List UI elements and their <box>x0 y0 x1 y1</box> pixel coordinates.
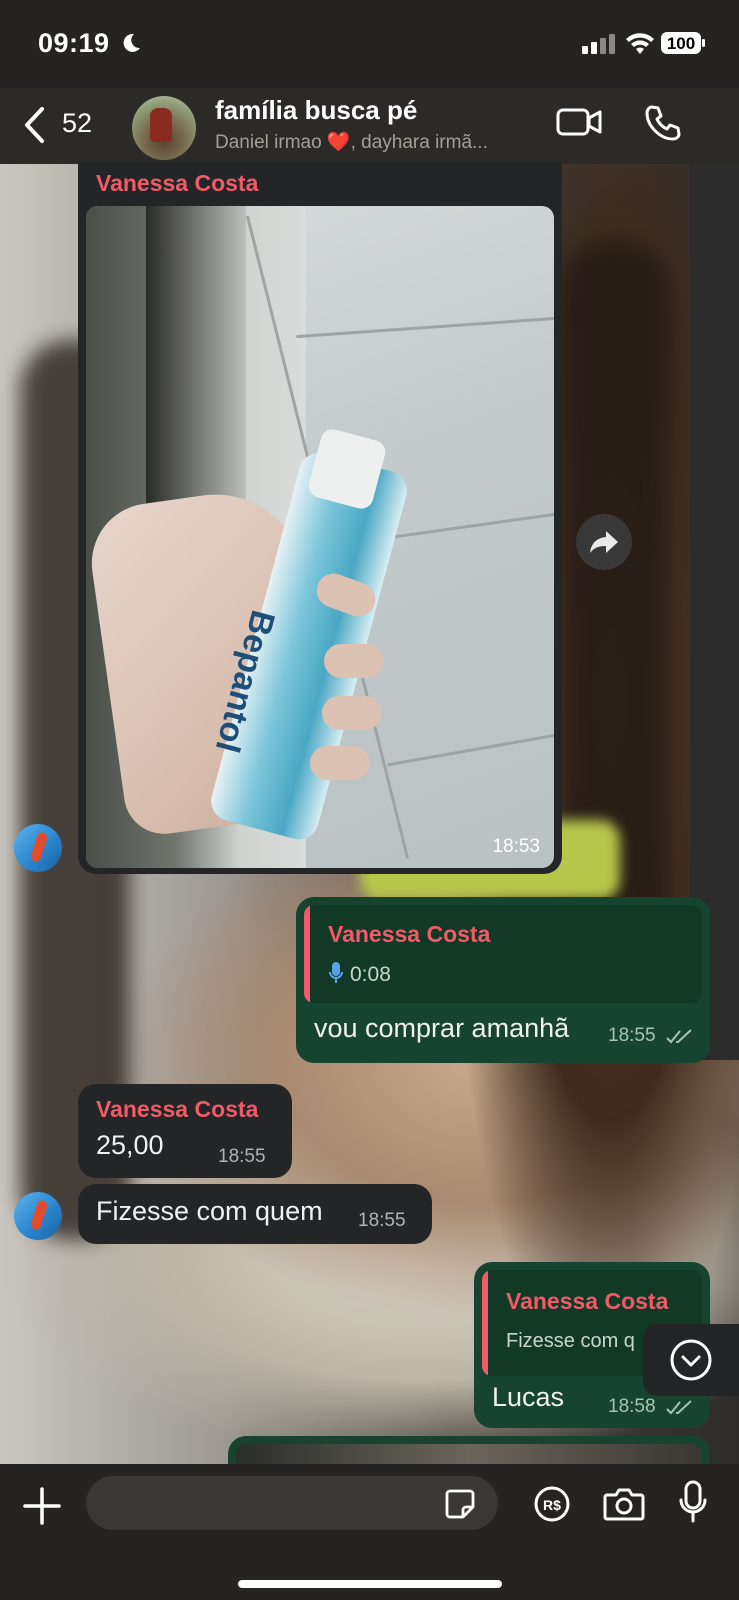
video-call-icon[interactable] <box>556 106 602 138</box>
chat-header: 52 família busca pé Daniel irmao ❤️, day… <box>0 88 739 164</box>
message-input-bar: R$ <box>0 1464 739 1600</box>
double-check-icon <box>666 1400 692 1415</box>
sticker-icon[interactable] <box>444 1488 476 1520</box>
mic-small-icon <box>329 962 343 983</box>
quoted-text: Fizesse com q <box>506 1330 635 1352</box>
unread-count[interactable]: 52 <box>62 108 92 139</box>
status-bar: 09:19 100 <box>0 0 739 88</box>
message-text: vou comprar amanhã <box>314 1013 570 1043</box>
sender-name: Vanessa Costa <box>96 1096 259 1122</box>
sender-avatar[interactable] <box>14 1192 62 1240</box>
scroll-down-icon <box>670 1339 712 1381</box>
message-time: 18:55 <box>608 1025 656 1046</box>
photo-message-bubble[interactable]: Vanessa Costa Bepantol 18:53 <box>78 162 562 874</box>
plus-icon[interactable] <box>22 1486 62 1526</box>
message-text: 25,00 <box>96 1130 164 1160</box>
incoming-message-bubble[interactable]: Vanessa Costa 25,00 18:55 <box>78 1084 292 1178</box>
group-members[interactable]: Daniel irmao ❤️, dayhara irmã... <box>215 130 488 154</box>
message-time: 18:58 <box>608 1396 656 1417</box>
home-indicator <box>238 1580 502 1588</box>
quoted-message[interactable]: Vanessa Costa 0:08 <box>304 905 702 1003</box>
message-time: 18:55 <box>358 1210 406 1231</box>
quoted-sender: Vanessa Costa <box>506 1288 669 1314</box>
wifi-icon <box>626 33 654 54</box>
message-input[interactable] <box>86 1476 498 1530</box>
forward-button[interactable] <box>576 514 632 570</box>
message-text: Lucas <box>492 1382 565 1412</box>
scroll-down-button[interactable] <box>643 1324 739 1396</box>
sender-avatar[interactable] <box>14 824 62 872</box>
incoming-message-bubble[interactable]: Fizesse com quem 18:55 <box>78 1184 432 1244</box>
battery-icon: 100 <box>661 32 705 54</box>
forward-icon <box>590 531 618 553</box>
battery-level: 100 <box>667 34 695 53</box>
message-text: Fizesse com quem <box>96 1196 323 1226</box>
double-check-icon <box>666 1029 692 1044</box>
microphone-icon[interactable] <box>678 1480 708 1524</box>
attached-photo[interactable]: Bepantol 18:53 <box>86 206 554 868</box>
phone-call-icon[interactable] <box>644 104 682 142</box>
message-time: 18:55 <box>218 1146 266 1167</box>
status-time: 09:19 <box>38 28 110 58</box>
group-title[interactable]: família busca pé <box>215 95 417 126</box>
group-avatar[interactable] <box>132 96 196 160</box>
sender-name: Vanessa Costa <box>96 170 259 196</box>
outgoing-reply-bubble[interactable]: Vanessa Costa 0:08 vou comprar amanhã 18… <box>296 897 710 1063</box>
back-chevron-icon[interactable] <box>22 106 48 144</box>
quoted-audio-duration: 0:08 <box>350 963 391 986</box>
message-time: 18:53 <box>492 836 540 857</box>
quoted-sender: Vanessa Costa <box>328 921 491 947</box>
moon-icon <box>123 33 140 52</box>
payment-icon[interactable]: R$ <box>534 1486 570 1522</box>
svg-text:R$: R$ <box>543 1497 561 1513</box>
camera-icon[interactable] <box>603 1486 645 1522</box>
